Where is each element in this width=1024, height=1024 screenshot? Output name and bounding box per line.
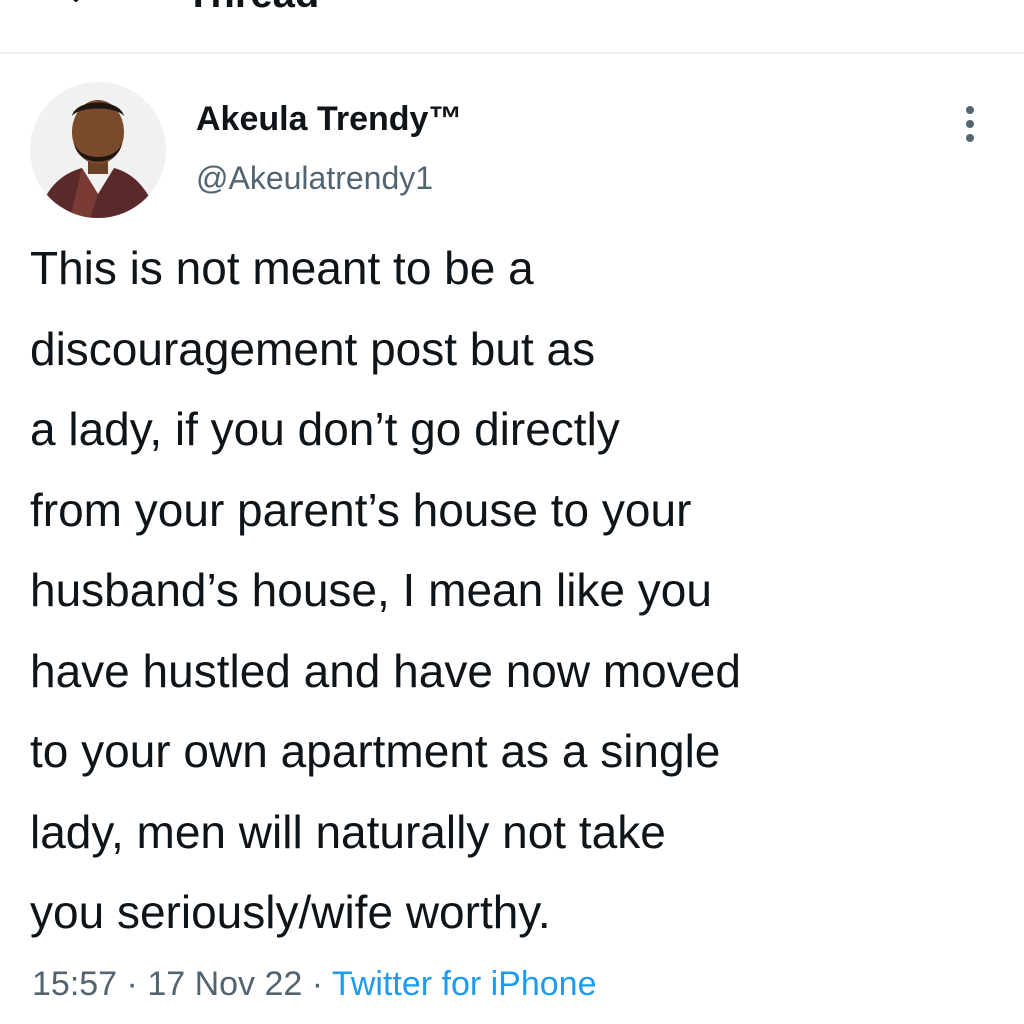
- tweet-text: This is not meant to be a discouragement…: [30, 228, 1010, 953]
- tweet-meta: 15:57 · 17 Nov 22 · Twitter for iPhone: [32, 962, 596, 1006]
- vertical-dots-icon: [950, 106, 990, 152]
- tweet-text-line: have hustled and have now moved: [30, 644, 741, 697]
- author-handle[interactable]: @Akeulatrendy1: [196, 158, 433, 198]
- arrow-left-icon[interactable]: [52, 0, 92, 6]
- meta-separator: ·: [302, 965, 332, 1003]
- author-display-name[interactable]: Akeula Trendy™: [196, 98, 462, 140]
- tweet-text-line: a lady, if you don’t go directly: [30, 403, 620, 455]
- tweet-text-line: you seriously/wife worthy.: [30, 886, 551, 938]
- tweet-date[interactable]: 17 Nov 22: [147, 965, 302, 1003]
- tweet-text-line: This is not meant to be a: [30, 242, 534, 294]
- tweet-text-line: husband’s house, I mean like you: [30, 564, 712, 616]
- avatar[interactable]: [30, 82, 166, 218]
- tweet-source-link[interactable]: Twitter for iPhone: [332, 965, 597, 1003]
- meta-separator: ·: [117, 965, 148, 1003]
- tweet-time[interactable]: 15:57: [32, 965, 117, 1003]
- more-options-button[interactable]: [950, 100, 990, 148]
- top-bar: Thread: [0, 0, 1024, 54]
- page-title: Thread: [186, 0, 319, 14]
- tweet-text-line: lady, men will naturally not take: [30, 805, 666, 858]
- tweet-text-line: from your parent’s house to your: [30, 483, 692, 536]
- tweet-text-line: discouragement post but as: [30, 322, 596, 375]
- tweet-text-line: to your own apartment as a single: [30, 725, 721, 777]
